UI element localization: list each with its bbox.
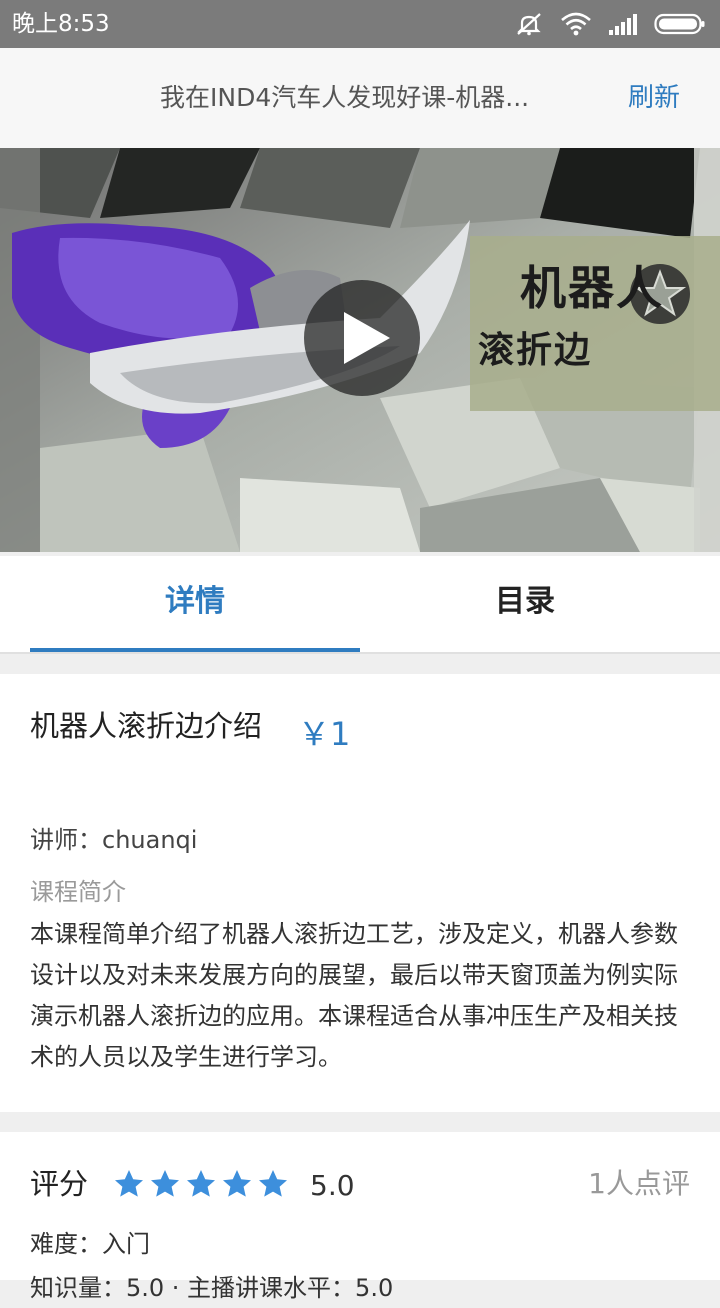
wifi-icon (561, 12, 591, 36)
course-info-card: 机器人滚折边介绍 ￥1 讲师：chuanqi 课程简介 本课程简单介绍了机器人滚… (0, 674, 720, 1112)
battery-icon (654, 13, 705, 35)
intro-text: 本课程简单介绍了机器人滚折边工艺，涉及定义，机器人参数设计以及对未来发展方向的展… (30, 920, 678, 1071)
intro-label: 课程简介 (30, 878, 126, 906)
rating-label: 评分 (30, 1167, 89, 1201)
star-icon (115, 1170, 143, 1197)
refresh-button[interactable]: 刷新 (628, 78, 680, 118)
rating-value: 5.0 (310, 1169, 355, 1202)
star-icon (259, 1170, 287, 1197)
rating-card: 评分 5.0 1人点评 难度：入门 知识量：5.0 · 主播讲课水平：5.0 (0, 1132, 720, 1302)
course-price: ￥1 (298, 715, 351, 753)
tab-bar: 详情 目录 (0, 556, 720, 654)
review-count[interactable]: 1人点评 (588, 1164, 690, 1204)
knowledge-score: 知识量：5.0 · 主播讲课水平：5.0 (30, 1274, 394, 1302)
status-icons (514, 12, 706, 36)
course-title: 机器人滚折边介绍 (30, 709, 263, 743)
signal-icon (609, 14, 637, 35)
star-icon (223, 1170, 251, 1197)
star-icon (151, 1170, 179, 1197)
mute-icon (517, 13, 541, 36)
teacher-name: 讲师：chuanqi (30, 826, 198, 854)
video-player[interactable]: 机器人 滚折边 (0, 148, 720, 552)
video-overlay-title-line2: 滚折边 (478, 330, 593, 371)
play-icon[interactable] (302, 278, 422, 398)
active-tab-indicator (30, 648, 360, 652)
difficulty: 难度：入门 (30, 1230, 150, 1258)
status-time: 晚上8:53 (12, 11, 110, 37)
page-title: 我在IND4汽车人发现好课-机器... (160, 83, 530, 112)
status-bar: 晚上8:53 (0, 0, 720, 48)
tab-details[interactable]: 详情 (30, 556, 360, 652)
top-header: 我在IND4汽车人发现好课-机器... 刷新 (0, 48, 720, 148)
star-icon (187, 1170, 215, 1197)
video-overlay-title-line1: 机器人 (520, 261, 664, 315)
tab-catalog[interactable]: 目录 (360, 556, 690, 652)
star-rating (113, 1164, 289, 1204)
